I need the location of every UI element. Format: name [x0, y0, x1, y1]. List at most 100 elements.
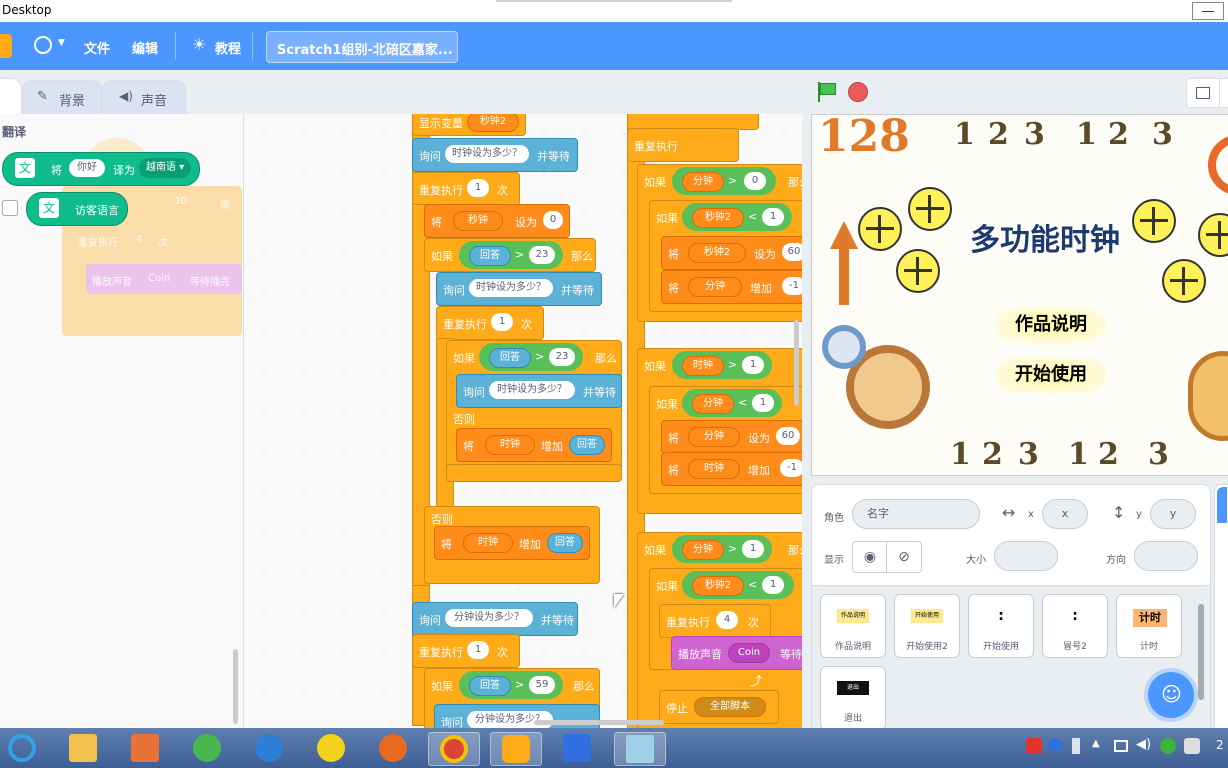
block-value[interactable]: -1	[780, 459, 802, 477]
taskbar-wps[interactable]	[552, 732, 602, 764]
show-hidden-button[interactable]: ⊘	[886, 541, 922, 573]
x-field[interactable]: x	[1042, 499, 1088, 529]
block-repeat[interactable]: 重复执行 1 次	[412, 634, 520, 668]
menu-tutorials[interactable]: 教程	[215, 38, 241, 57]
block-repeat[interactable]: 重复执行 4 次	[659, 604, 771, 638]
block-change-var[interactable]: 将 分钟 增加 -1	[661, 270, 802, 304]
block-var-dropdown[interactable]: 秒钟2	[467, 114, 519, 132]
sprite-name-field[interactable]: 名字	[852, 499, 980, 529]
sprite-tile[interactable]: : 冒号2	[1042, 594, 1108, 658]
tab-code[interactable]	[0, 78, 22, 115]
block-ask[interactable]: 询问 时钟设为多少？ 并等待	[436, 272, 602, 306]
condition-lt[interactable]: 分钟 < 1	[682, 389, 782, 417]
block-change-var[interactable]: 将 时钟 增加 回答	[434, 526, 590, 560]
block-var-dropdown[interactable]: 时钟	[463, 533, 513, 553]
block-value[interactable]: 60	[782, 243, 802, 261]
block-stop[interactable]: 停止 全部脚本	[659, 690, 779, 724]
sprite-tile[interactable]: : 开始使用	[968, 594, 1034, 658]
sprite-list-scrollbar[interactable]	[1198, 604, 1204, 700]
block-ask-input[interactable]: 时钟设为多少？	[489, 381, 575, 399]
size-field[interactable]	[994, 541, 1058, 571]
translate-text-input[interactable]: 你好	[69, 159, 105, 177]
tab-backdrops[interactable]: ✎ 背景	[22, 80, 102, 115]
condition-lt[interactable]: 秒钟2 < 1	[682, 571, 794, 599]
palette-scrollbar[interactable]	[233, 649, 238, 724]
taskbar-app-green[interactable]	[182, 732, 232, 764]
taskbar-media-player[interactable]	[120, 732, 170, 764]
scratch-logo[interactable]	[0, 34, 12, 58]
direction-field[interactable]	[1134, 541, 1198, 571]
value[interactable]: 0	[744, 172, 766, 190]
block-set-var[interactable]: 将 秒钟2 设为 60	[661, 236, 802, 270]
block-value[interactable]: -1	[782, 277, 802, 295]
block-ask-input[interactable]: 时钟设为多少？	[445, 145, 529, 163]
volume-icon[interactable]: ◀)	[1136, 737, 1151, 752]
block-var-dropdown[interactable]: 时钟	[688, 459, 740, 479]
block-value[interactable]: 60	[776, 427, 800, 445]
translate-lang-dropdown[interactable]: 越南语 ▾	[139, 158, 191, 178]
block-var-dropdown[interactable]: 分钟	[688, 427, 740, 447]
choose-sprite-button[interactable]: ☺	[1148, 672, 1194, 718]
block-set-var[interactable]: 将 分钟 设为 60	[661, 420, 802, 454]
condition-gt[interactable]: 回答 > 59	[459, 671, 563, 699]
block-forever[interactable]: 重复执行	[627, 128, 739, 162]
value[interactable]: 1	[762, 208, 784, 226]
condition-lt[interactable]: 秒钟2 < 1	[682, 203, 792, 231]
block-var-dropdown[interactable]: 秒钟	[453, 211, 503, 231]
stage-panel-tab[interactable]	[1214, 484, 1228, 730]
stop-icon[interactable]	[848, 82, 868, 102]
checkbox[interactable]	[2, 200, 18, 216]
tray-green-icon[interactable]	[1160, 738, 1176, 754]
taskbar-app-notes[interactable]	[614, 732, 666, 766]
taskbar-scratch[interactable]	[490, 732, 542, 766]
block-value[interactable]: 0	[543, 211, 563, 229]
language-block[interactable]: 文 访客语言	[26, 192, 128, 226]
sprite-tile[interactable]: 开始使用 开始使用2	[894, 594, 960, 658]
stage-canvas[interactable]: 128 1 2 3 1 2 3 多功能时钟 作品说明 开始使用 1 2 3 1 …	[811, 114, 1228, 476]
condition-gt[interactable]: 分钟 > 1	[672, 535, 772, 563]
block-repeat[interactable]: 重复执行 1 次	[436, 306, 544, 340]
value[interactable]: 23	[529, 246, 555, 264]
block-show-variable[interactable]: 显示变量 秒钟2	[412, 114, 526, 136]
value[interactable]: 1	[752, 394, 774, 412]
script-scrollbar-vertical[interactable]	[794, 320, 799, 406]
value[interactable]: 23	[549, 348, 575, 366]
show-visible-button[interactable]: ◉	[852, 541, 888, 573]
block-repeat-count[interactable]: 4	[716, 611, 738, 629]
taskbar-explorer[interactable]	[58, 732, 108, 764]
condition-gt[interactable]: 回答 > 23	[459, 241, 563, 269]
script-scrollbar-horizontal[interactable]	[534, 720, 664, 725]
network-icon[interactable]	[1114, 740, 1128, 752]
sprite-tile[interactable]: 退出 退出	[820, 666, 886, 730]
value[interactable]: 59	[529, 676, 555, 694]
block-var-dropdown[interactable]: 时钟	[485, 435, 535, 455]
taskbar-app-cloud[interactable]	[244, 732, 294, 764]
translate-block[interactable]: 文 将 你好 译为 越南语 ▾	[2, 152, 200, 186]
taskbar-app-music[interactable]	[306, 732, 356, 764]
block-repeat-count[interactable]: 1	[467, 179, 489, 197]
taskbar-firefox[interactable]	[368, 732, 418, 764]
clock-text[interactable]: 2	[1216, 738, 1224, 752]
tab-sounds[interactable]: ◀) 声音	[102, 80, 186, 115]
start-button[interactable]	[4, 732, 38, 764]
block-set-var[interactable]: 将 秒钟 设为 0	[424, 204, 570, 238]
block-change-var[interactable]: 将 时钟 增加 回答	[456, 428, 612, 462]
sound-dropdown[interactable]: Coin	[728, 643, 770, 663]
script-area[interactable]: 显示变量 秒钟2 询问 时钟设为多少？ 并等待 重复执行 1 次 将 秒钟 设为…	[244, 114, 802, 728]
help-icon[interactable]	[1048, 738, 1062, 752]
condition-gt[interactable]: 回答 > 23	[479, 343, 583, 371]
minimize-button[interactable]	[1192, 2, 1224, 20]
language-globe-icon[interactable]	[34, 36, 52, 54]
block-repeat[interactable]: 重复执行 1 次	[412, 172, 520, 206]
block-ask-input[interactable]: 分钟设为多少？	[445, 609, 533, 627]
taskbar-chrome[interactable]	[428, 732, 480, 766]
about-button[interactable]: 作品说明	[996, 307, 1106, 343]
block-repeat-count[interactable]: 1	[491, 313, 513, 331]
stop-dropdown[interactable]: 全部脚本	[694, 697, 766, 717]
value[interactable]: 1	[762, 576, 784, 594]
y-field[interactable]: y	[1150, 499, 1196, 529]
value[interactable]: 1	[742, 356, 764, 374]
condition-gt[interactable]: 分钟 > 0	[672, 167, 776, 195]
input-method-icon[interactable]	[1026, 738, 1042, 754]
tray-icon[interactable]	[1072, 738, 1080, 754]
